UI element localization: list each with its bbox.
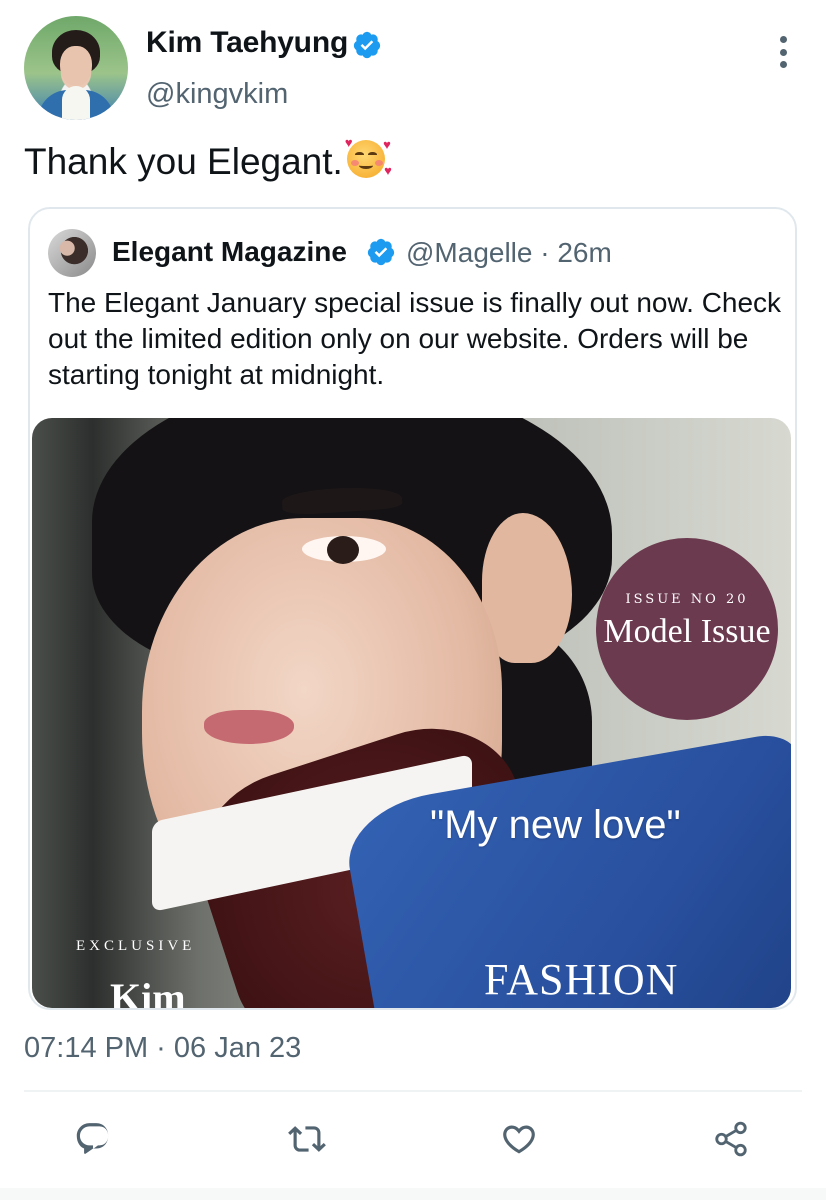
retweet-icon[interactable] <box>284 1116 330 1162</box>
quoted-handle-time[interactable]: @Magelle · 26m <box>406 237 612 269</box>
divider <box>24 1090 802 1092</box>
cover-name: Kim <box>110 975 186 1008</box>
quoted-tweet-text: The Elegant January special issue is fin… <box>48 287 782 390</box>
cover-exclusive-label: EXCLUSIVE <box>76 938 196 954</box>
share-icon[interactable] <box>708 1116 754 1162</box>
heart-icon[interactable] <box>496 1116 542 1162</box>
author-handle[interactable]: @kingvkim <box>146 78 288 111</box>
verified-badge-icon <box>353 31 381 59</box>
issue-badge: ISSUE NO 20 Model Issue <box>596 538 778 720</box>
magazine-cover-image[interactable]: ISSUE NO 20 Model Issue "My new love" EX… <box>32 418 791 1008</box>
reply-icon[interactable] <box>70 1116 116 1162</box>
author-avatar[interactable] <box>24 16 128 120</box>
issue-title: Model Issue <box>603 613 771 650</box>
issue-number: ISSUE NO 20 <box>625 592 749 607</box>
quoted-tweet[interactable]: Elegant Magazine @Magelle · 26m The Eleg… <box>28 207 797 1010</box>
cover-section-label: FASHION <box>484 955 679 1004</box>
verified-badge-icon <box>367 238 395 266</box>
tweet-text: Thank you Elegant. ♥ ♥ ♥ <box>24 135 392 183</box>
quoted-author-avatar[interactable] <box>48 229 96 277</box>
action-bar <box>0 1116 826 1166</box>
tweet-text-content: Thank you Elegant. <box>24 141 343 182</box>
author-name[interactable]: Kim Taehyung <box>146 26 348 60</box>
tweet-timestamp[interactable]: 07:14 PM · 06 Jan 23 <box>24 1032 301 1065</box>
cover-quote: "My new love" <box>430 803 681 847</box>
smiling-face-with-hearts-icon: ♥ ♥ ♥ <box>344 135 392 178</box>
quoted-author-name[interactable]: Elegant Magazine <box>112 236 347 268</box>
bottom-edge <box>0 1188 826 1200</box>
more-options-icon[interactable] <box>766 32 800 72</box>
